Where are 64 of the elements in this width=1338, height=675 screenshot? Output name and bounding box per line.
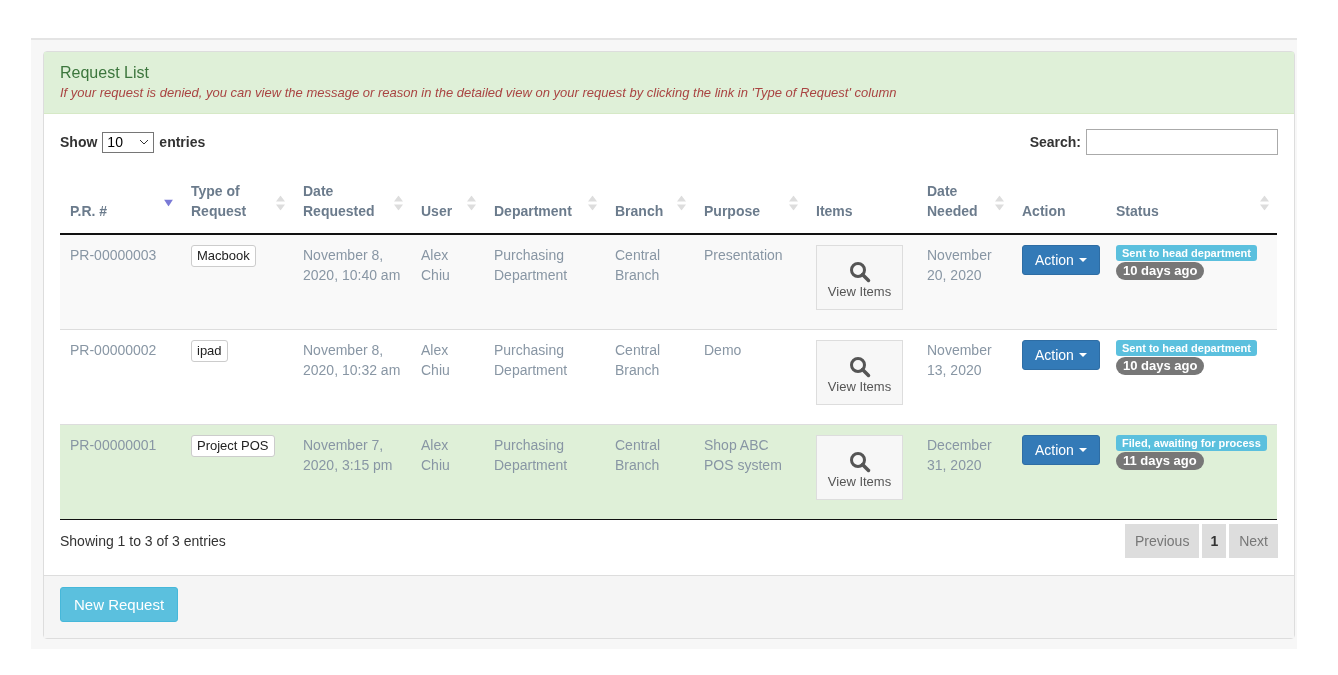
purpose-text: Shop ABC POS system: [704, 436, 782, 473]
sort-icon: [677, 195, 686, 211]
table-row[interactable]: PR-00000002 ipad November 8, 2020, 10:32 am Alex Chiu Purchasing Department Central Branch Demo View Items November 13, 2020 Action Sent to head department 10 days ago: [60, 329, 1277, 424]
search-label: Search:: [1029, 134, 1081, 150]
branch-name: Central Branch: [615, 247, 661, 283]
type-link[interactable]: ipad: [191, 339, 228, 362]
caret-icon: [1078, 258, 1087, 262]
length-label: Show: [60, 134, 98, 150]
sort-icon: [467, 195, 476, 211]
length-label: entries: [159, 134, 206, 150]
type-link[interactable]: Project POS: [191, 434, 275, 457]
sort-icon: [995, 195, 1004, 211]
branch-name: Central Branch: [615, 436, 661, 473]
user-name: Alex Chiu: [421, 247, 450, 283]
status-label: Sent to head department: [1116, 245, 1257, 261]
view-items-button[interactable]: View Items: [816, 245, 903, 310]
user-name: Alex Chiu: [421, 341, 450, 378]
date-needed: November 20, 2020: [927, 247, 992, 283]
action-dropdown-button[interactable]: Action: [1022, 245, 1100, 275]
sort-icon: [276, 195, 285, 211]
date-needed: November 13, 2020: [927, 341, 992, 378]
age-badge: 10 days ago: [1116, 356, 1205, 375]
user-name: Alex Chiu: [421, 436, 450, 473]
pr-number: PR-00000003: [70, 247, 157, 263]
caret-icon: [1078, 447, 1087, 452]
search-icon: [848, 261, 871, 283]
entries-select[interactable]: 10: [102, 131, 155, 153]
view-items-button[interactable]: View Items: [816, 434, 903, 500]
caret-icon: [1078, 352, 1087, 357]
department-name: Purchasing Department: [494, 341, 568, 378]
date-needed: December 31, 2020: [927, 436, 992, 473]
table-row[interactable]: PR-00000003 Macbook November 8, 2020, 10:40 am Alex Chiu Purchasing Department Central Branch Presentation View Items November 20, 2020 Action Sent to head department 10 days ago: [60, 234, 1277, 329]
chevron-icon: [139, 139, 150, 145]
sort-icon: [588, 195, 597, 211]
date-requested: November 8, 2020, 10:40 am: [303, 247, 401, 283]
pr-number: PR-00000001: [70, 436, 157, 453]
status-label: Sent to head department: [1116, 339, 1257, 356]
date-requested: November 7, 2020, 3:15 pm: [303, 436, 393, 473]
action-dropdown-button[interactable]: Action: [1022, 339, 1100, 370]
date-requested: November 8, 2020, 10:32 am: [303, 341, 401, 378]
table-info: Showing 1 to 3 of 3 entries: [60, 532, 226, 549]
department-name: Purchasing Department: [494, 436, 568, 473]
sort-descending-icon: [164, 199, 173, 207]
action-dropdown-button[interactable]: Action: [1022, 434, 1100, 465]
pr-number: PR-00000002: [70, 341, 157, 358]
sort-icon: [1260, 195, 1269, 211]
sort-icon: [394, 195, 403, 211]
search-field[interactable]: [1086, 129, 1278, 155]
branch-name: Central Branch: [615, 341, 661, 378]
search-icon: [848, 355, 871, 378]
department-name: Purchasing Department: [494, 247, 568, 283]
purpose-text: Presentation: [704, 247, 783, 263]
status-label: Filed, awaiting for process: [1116, 434, 1267, 451]
sort-icon: [789, 195, 798, 211]
table-row[interactable]: PR-00000001 Project POS November 7, 2020, 3:15 pm Alex Chiu Purchasing Department Central Branch Shop ABC POS system View Items December 31, 2020 Action Filed, awaiting for process 11 days ago: [60, 424, 1277, 519]
search-icon: [848, 450, 871, 473]
age-badge: 11 days ago: [1116, 451, 1204, 470]
type-link[interactable]: Macbook: [191, 245, 256, 267]
page-button[interactable]: 1: [1202, 523, 1227, 558]
view-items-button[interactable]: View Items: [816, 339, 903, 405]
panel-title: Request List: [60, 64, 150, 82]
panel-note: If your request is denied, you can view the message or reason in the detailed view on your request by clicking the link in 'Type of Request' column: [60, 85, 898, 100]
age-badge: 10 days ago: [1116, 262, 1205, 280]
purpose-text: Demo: [704, 341, 742, 358]
